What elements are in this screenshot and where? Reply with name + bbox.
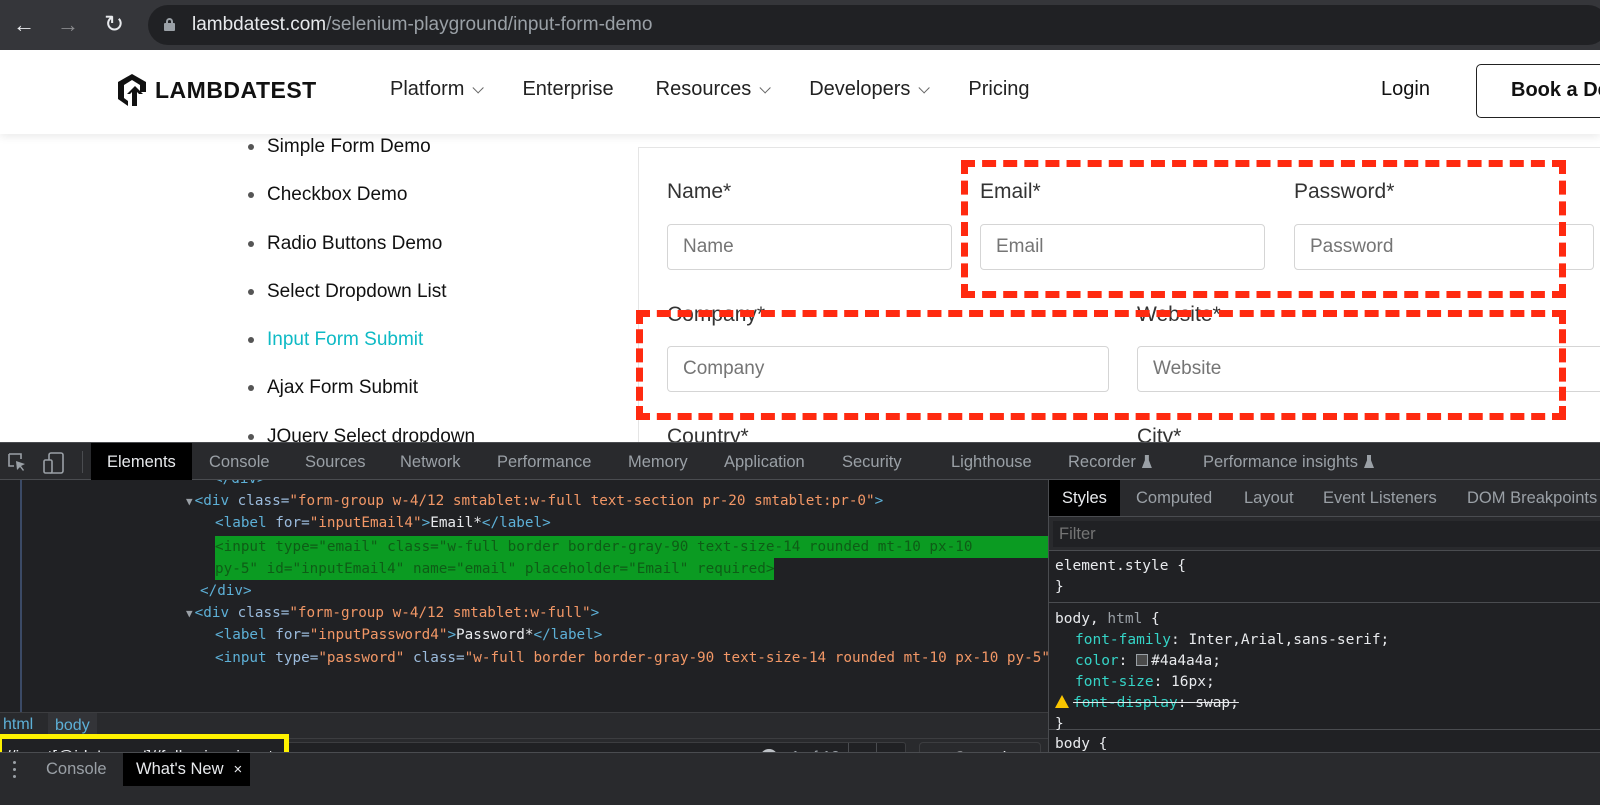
- tab-layout[interactable]: Layout: [1244, 480, 1294, 516]
- dom-node-closing-div[interactable]: </div>: [214, 480, 266, 490]
- devtools-panel: Elements Console Sources Network Perform…: [0, 442, 1600, 805]
- close-icon[interactable]: ×: [234, 761, 243, 778]
- styles-filter: [1049, 517, 1600, 551]
- site-header: LAMBDATEST Platform Enterprise Resources…: [0, 50, 1600, 134]
- styles-filter-input[interactable]: [1053, 521, 1600, 547]
- styles-tabbar: Styles Computed Layout Event Listeners D…: [1049, 480, 1600, 517]
- rule-selector[interactable]: element.style {: [1049, 556, 1600, 577]
- breadcrumb-html[interactable]: html: [3, 716, 33, 734]
- arrow-left-icon: ←: [13, 12, 35, 37]
- css-rule-body-html: body, html { font-family: Inter,Arial,sa…: [1049, 603, 1600, 732]
- inspect-element-icon[interactable]: [7, 452, 27, 472]
- sidebar-item-radio-buttons-demo[interactable]: Radio Buttons Demo: [248, 232, 475, 280]
- dom-node-email-input-highlighted[interactable]: <input type="email" class="w-full border…: [215, 536, 1048, 558]
- web-page: LAMBDATEST Platform Enterprise Resources…: [0, 50, 1600, 442]
- arrow-right-icon: →: [57, 12, 79, 37]
- annotation-box-company-website: [636, 310, 1566, 420]
- css-property-font-size[interactable]: font-size: 16px;: [1049, 672, 1600, 693]
- styles-pane: Styles Computed Layout Event Listeners D…: [1048, 480, 1600, 752]
- dom-tree-gutter: [20, 480, 22, 712]
- sidebar-menu: Simple Form Demo Checkbox Demo Radio But…: [248, 135, 475, 442]
- dom-node-password-label[interactable]: <label for="inputPassword4">Password*</l…: [215, 624, 602, 646]
- city-label: City*: [1137, 425, 1182, 442]
- tab-recorder[interactable]: Recorder: [1068, 443, 1152, 480]
- country-label: Country*: [667, 425, 749, 442]
- tab-dom-breakpoints[interactable]: DOM Breakpoints: [1467, 480, 1597, 516]
- dom-node-form-group-email[interactable]: ▼ <div class="form-group w-4/12 smtablet:…: [186, 490, 883, 512]
- dom-node-password-input[interactable]: <input type="password" class="w-full bor…: [215, 647, 1048, 669]
- tab-elements[interactable]: Elements: [91, 443, 192, 480]
- tab-memory[interactable]: Memory: [628, 443, 688, 480]
- book-demo-button[interactable]: Book a Demo: [1476, 64, 1600, 118]
- dom-node-email-input-highlighted-cont[interactable]: py-5" id="inputEmail4" name="email" plac…: [215, 558, 775, 580]
- rule-selector[interactable]: body {: [1049, 734, 1600, 752]
- name-input[interactable]: [667, 224, 952, 270]
- back-button[interactable]: ←: [9, 10, 39, 40]
- drawer-tab-console[interactable]: Console: [46, 753, 107, 786]
- devtools-drawer: Console What's New ×: [0, 752, 1600, 786]
- login-link[interactable]: Login: [1381, 78, 1430, 101]
- tab-performance[interactable]: Performance: [497, 443, 591, 480]
- tab-styles[interactable]: Styles: [1049, 480, 1120, 516]
- rule-selector[interactable]: body, html {: [1049, 609, 1600, 630]
- css-rule-element-style: element.style { }: [1049, 551, 1600, 603]
- tab-performance-insights[interactable]: Performance insights: [1203, 443, 1374, 480]
- forward-button[interactable]: →: [53, 10, 83, 40]
- tab-lighthouse[interactable]: Lighthouse: [951, 443, 1032, 480]
- dom-node-form-group-password[interactable]: ▼ <div class="form-group w-4/12 smtablet:…: [186, 602, 599, 624]
- name-label: Name*: [667, 180, 732, 203]
- nav-resources[interactable]: Resources: [656, 78, 772, 101]
- drawer-menu-icon[interactable]: [13, 761, 17, 782]
- tab-console[interactable]: Console: [209, 443, 270, 480]
- sidebar-item-jquery-select-dropdown[interactable]: JQuery Select dropdown: [248, 425, 475, 442]
- tab-network[interactable]: Network: [400, 443, 461, 480]
- warning-icon: [1055, 695, 1069, 708]
- chevron-down-icon: [759, 81, 772, 94]
- annotation-box-email-password: [961, 160, 1566, 298]
- rule-close: }: [1055, 579, 1064, 595]
- nav-pricing[interactable]: Pricing: [968, 78, 1029, 101]
- lock-icon: [164, 18, 175, 31]
- tab-application[interactable]: Application: [724, 443, 805, 480]
- css-property-color[interactable]: color: #4a4a4a;: [1049, 651, 1600, 672]
- nav-enterprise[interactable]: Enterprise: [522, 78, 613, 101]
- tab-event-listeners[interactable]: Event Listeners: [1323, 480, 1437, 516]
- dom-node-closing-div-2[interactable]: </div>: [200, 580, 252, 602]
- experimental-flask-icon: [1141, 455, 1152, 468]
- device-toolbar-icon[interactable]: [42, 452, 66, 474]
- toolbar-divider: [82, 451, 83, 473]
- devtools-tabbar: Elements Console Sources Network Perform…: [0, 442, 1600, 480]
- reload-button[interactable]: ↻: [99, 10, 129, 40]
- nav-platform[interactable]: Platform: [390, 78, 485, 101]
- drawer-content: [0, 786, 1600, 805]
- chevron-down-icon: [472, 81, 485, 94]
- tab-security[interactable]: Security: [842, 443, 902, 480]
- dom-node-email-label[interactable]: <label for="inputEmail4">Email*</label>: [215, 512, 551, 534]
- sidebar-item-select-dropdown-list[interactable]: Select Dropdown List: [248, 280, 475, 328]
- nav-developers[interactable]: Developers: [809, 78, 931, 101]
- sidebar-item-ajax-form-submit[interactable]: Ajax Form Submit: [248, 376, 475, 424]
- browser-toolbar: ← → ↻ lambdatest.com/selenium-playground…: [0, 0, 1600, 50]
- lambdatest-logo-icon: [118, 74, 146, 106]
- css-property-font-display-invalid[interactable]: font-display: swap;: [1049, 693, 1600, 714]
- logo[interactable]: LAMBDATEST: [115, 72, 317, 108]
- drawer-tab-whats-new[interactable]: What's New ×: [123, 753, 251, 786]
- expand-triangle-icon[interactable]: ▼: [186, 495, 193, 508]
- dom-tree: </div> ▼<div class="form-group w-4/12 sm…: [0, 480, 1048, 712]
- color-swatch[interactable]: [1136, 654, 1149, 666]
- main-nav: Platform Enterprise Resources Developers…: [390, 78, 1072, 101]
- sidebar-item-input-form-submit[interactable]: Input Form Submit: [248, 328, 475, 376]
- sidebar-item-checkbox-demo[interactable]: Checkbox Demo: [248, 183, 475, 231]
- url-text[interactable]: lambdatest.com/selenium-playground/input…: [192, 14, 652, 36]
- tab-sources[interactable]: Sources: [305, 443, 366, 480]
- css-property-font-family[interactable]: font-family: Inter,Arial,sans-serif;: [1049, 630, 1600, 651]
- expand-triangle-icon[interactable]: ▼: [186, 607, 193, 620]
- reload-icon: ↻: [103, 11, 125, 38]
- css-rule-body: body {: [1049, 730, 1600, 752]
- address-bar[interactable]: lambdatest.com/selenium-playground/input…: [148, 5, 1600, 45]
- sidebar-item-simple-form-demo[interactable]: Simple Form Demo: [248, 135, 475, 183]
- tab-computed[interactable]: Computed: [1136, 480, 1212, 516]
- chevron-down-icon: [918, 81, 931, 94]
- experimental-flask-icon: [1364, 455, 1374, 468]
